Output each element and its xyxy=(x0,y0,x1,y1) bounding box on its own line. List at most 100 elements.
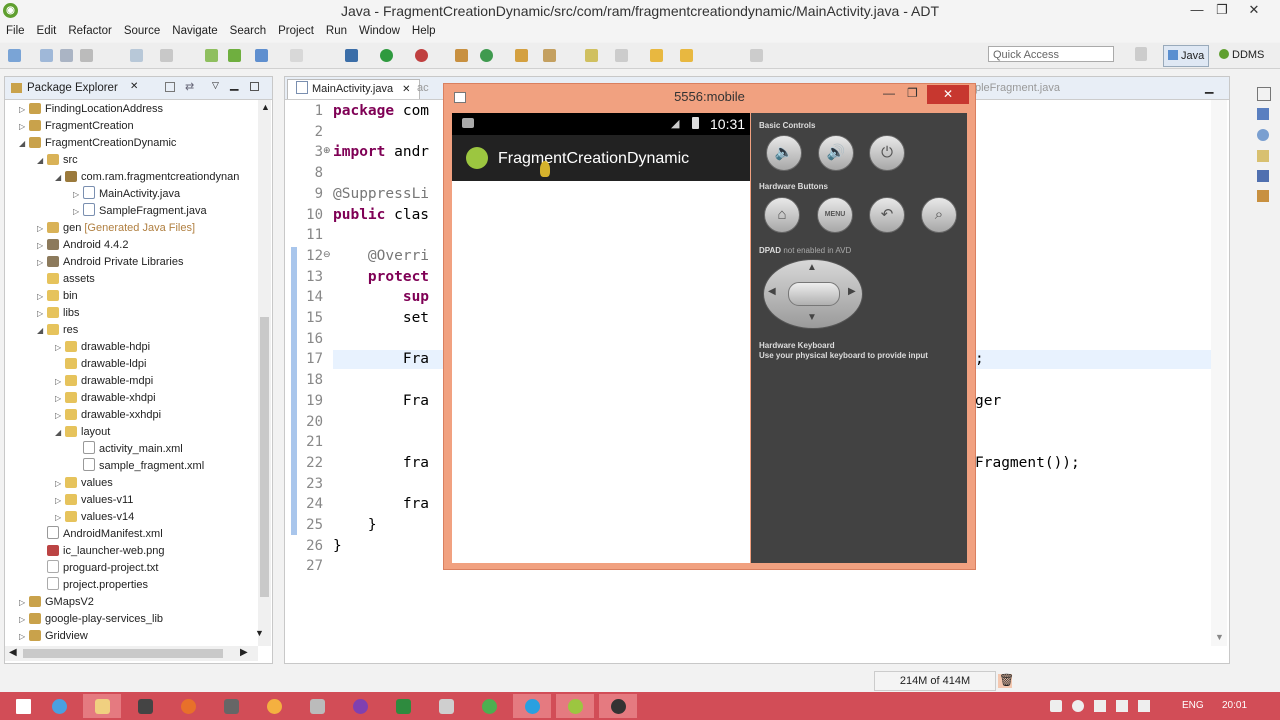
scroll-left-icon[interactable]: ◀ xyxy=(9,647,17,658)
outline-view-icon[interactable] xyxy=(1257,108,1269,120)
taskbar-skype[interactable] xyxy=(513,694,551,718)
taskbar-eclipse[interactable] xyxy=(599,694,637,718)
tree-item[interactable]: ▷ Android Private Libraries xyxy=(37,254,183,271)
tree-item[interactable]: ic_launcher-web.png xyxy=(37,543,165,560)
search-button[interactable]: ⌕ xyxy=(921,197,957,233)
quick-access-input[interactable]: Quick Access xyxy=(988,46,1114,62)
tree-item[interactable]: activity_main.xml xyxy=(73,441,183,458)
minimize-button[interactable]: — xyxy=(1183,0,1211,20)
tree-item[interactable]: ▷ values-v14 xyxy=(55,509,134,526)
collapsed-arrow-icon[interactable]: ▷ xyxy=(19,628,29,645)
perspective-java-button[interactable]: Java xyxy=(1163,45,1210,67)
tree-item[interactable]: ▷ drawable-xhdpi xyxy=(55,390,156,407)
device-screen[interactable]: ◢ 10:31 FragmentCreationDynamic xyxy=(452,113,750,563)
dpad-down-icon[interactable]: ▼ xyxy=(807,312,817,323)
taskbar-clock[interactable]: 20:01 xyxy=(1222,700,1247,711)
close-window-button[interactable]: ✕ xyxy=(1240,0,1268,20)
volume-down-button[interactable]: 🔈 xyxy=(766,135,802,171)
restore-button[interactable]: ❐ xyxy=(1208,0,1236,20)
language-indicator[interactable]: ENG xyxy=(1182,700,1204,711)
taskbar-app5[interactable] xyxy=(212,694,250,718)
dpad-control[interactable]: ▲ ▼ ◀ ▶ xyxy=(763,259,863,329)
tree-item[interactable]: drawable-ldpi xyxy=(55,356,146,373)
lint-icon[interactable] xyxy=(228,49,241,62)
dpad-center-button[interactable] xyxy=(788,282,840,306)
taskbar-app8[interactable] xyxy=(341,694,379,718)
volume-icon[interactable] xyxy=(1138,700,1150,712)
collapsed-arrow-icon[interactable]: ▷ xyxy=(19,101,29,118)
perspective-ddms-button[interactable]: DDMS xyxy=(1215,45,1268,65)
open-type-icon[interactable] xyxy=(515,49,528,62)
tree-item[interactable]: ▷ GMapsV2 xyxy=(19,594,94,611)
home-button[interactable]: ⌂ xyxy=(764,197,800,233)
tree-item[interactable]: ▷ bin xyxy=(37,288,78,305)
power-button[interactable]: ⏻ xyxy=(869,135,905,171)
dpad-right-icon[interactable]: ▶ xyxy=(848,286,856,297)
toggle-mark-icon[interactable] xyxy=(290,49,303,62)
tree-item[interactable]: ▷ drawable-hdpi xyxy=(55,339,150,356)
expanded-arrow-icon[interactable]: ◢ xyxy=(19,135,29,152)
tree-item[interactable]: ▷ google-play-services_lib xyxy=(19,611,163,628)
avd-manager-icon[interactable] xyxy=(160,49,173,62)
menu-help[interactable]: Help xyxy=(406,22,442,40)
tree-item[interactable]: ▷ Android 4.4.2 xyxy=(37,237,128,254)
menu-run[interactable]: Run xyxy=(320,22,353,40)
tree-item[interactable]: ▷ MainActivity.java xyxy=(73,186,180,203)
link-editor-icon[interactable]: ⇄ xyxy=(185,80,194,93)
view-menu-icon[interactable]: ▽ xyxy=(212,80,219,91)
expanded-arrow-icon[interactable]: ◢ xyxy=(37,322,47,339)
taskbar-app3[interactable] xyxy=(126,694,164,718)
taskbar-ie[interactable] xyxy=(40,694,78,718)
menu-project[interactable]: Project xyxy=(272,22,320,40)
collapsed-arrow-icon[interactable]: ▷ xyxy=(37,288,47,305)
editor-minimize-icon[interactable]: ▁ xyxy=(1205,81,1213,94)
garbage-collect-icon[interactable]: 🗑 xyxy=(999,673,1014,687)
tray-icon-2[interactable] xyxy=(1072,700,1084,712)
tab-samplefragment[interactable]: pleFragment.java xyxy=(975,82,1060,94)
new-java-project-icon[interactable] xyxy=(455,49,468,62)
tree-item[interactable]: ▷ drawable-mdpi xyxy=(55,373,153,390)
tree-item[interactable]: ▷ SampleFragment.java xyxy=(73,203,207,220)
tree-item[interactable]: ▷ values xyxy=(55,475,113,492)
emulator-maximize-button[interactable]: ❐ xyxy=(907,86,918,100)
collapsed-arrow-icon[interactable]: ▷ xyxy=(37,237,47,254)
collapsed-arrow-icon[interactable]: ▷ xyxy=(73,203,83,220)
search-icon[interactable] xyxy=(543,49,556,62)
heap-status[interactable]: 214M of 414M xyxy=(874,671,996,691)
scroll-up-icon[interactable]: ▲ xyxy=(261,102,270,112)
taskbar-explorer[interactable] xyxy=(83,694,121,718)
tree-item[interactable]: ◢ com.ram.fragmentcreationdynan xyxy=(55,169,239,186)
save-icon[interactable] xyxy=(40,49,53,62)
collapsed-arrow-icon[interactable]: ▷ xyxy=(55,407,65,424)
menu-button[interactable]: MENU xyxy=(817,197,853,233)
menu-file[interactable]: File xyxy=(0,22,31,40)
tree-item[interactable]: assets xyxy=(37,271,95,288)
taskbar-app6[interactable] xyxy=(255,694,293,718)
annotation-icon[interactable] xyxy=(585,49,598,62)
start-button[interactable] xyxy=(4,694,42,718)
collapsed-arrow-icon[interactable]: ▷ xyxy=(73,186,83,203)
scroll-down-icon[interactable]: ▼ xyxy=(255,628,264,638)
taskbar-chrome[interactable] xyxy=(470,694,508,718)
collapsed-arrow-icon[interactable]: ▷ xyxy=(19,611,29,628)
collapsed-arrow-icon[interactable]: ▷ xyxy=(55,373,65,390)
tree-item[interactable]: ▷ values-v11 xyxy=(55,492,133,509)
logcat-view-icon[interactable] xyxy=(1257,190,1269,202)
fold-toggle-icon[interactable]: ⊕ xyxy=(323,145,331,156)
menu-edit[interactable]: Edit xyxy=(31,22,63,40)
tree-item[interactable]: AndroidManifest.xml xyxy=(37,526,163,543)
editor-scroll-down-icon[interactable]: ▼ xyxy=(1215,632,1224,642)
tree-item[interactable]: ◢ res xyxy=(37,322,78,339)
sdk-manager-icon[interactable] xyxy=(130,49,143,62)
menu-navigate[interactable]: Navigate xyxy=(166,22,223,40)
taskbar-app9[interactable] xyxy=(384,694,422,718)
android-project-icon[interactable] xyxy=(205,49,218,62)
new-class-icon[interactable] xyxy=(480,49,493,62)
console-view-icon[interactable] xyxy=(1257,170,1269,182)
tree-item[interactable]: ▷ gen [Generated Java Files] xyxy=(37,220,195,237)
tree-item[interactable]: ▷ FragmentCreation xyxy=(19,118,134,135)
problems-view-icon[interactable] xyxy=(1257,150,1269,162)
tray-icon-1[interactable] xyxy=(1050,700,1062,712)
expanded-arrow-icon[interactable]: ◢ xyxy=(37,152,47,169)
maximize-view-icon[interactable] xyxy=(250,82,259,91)
